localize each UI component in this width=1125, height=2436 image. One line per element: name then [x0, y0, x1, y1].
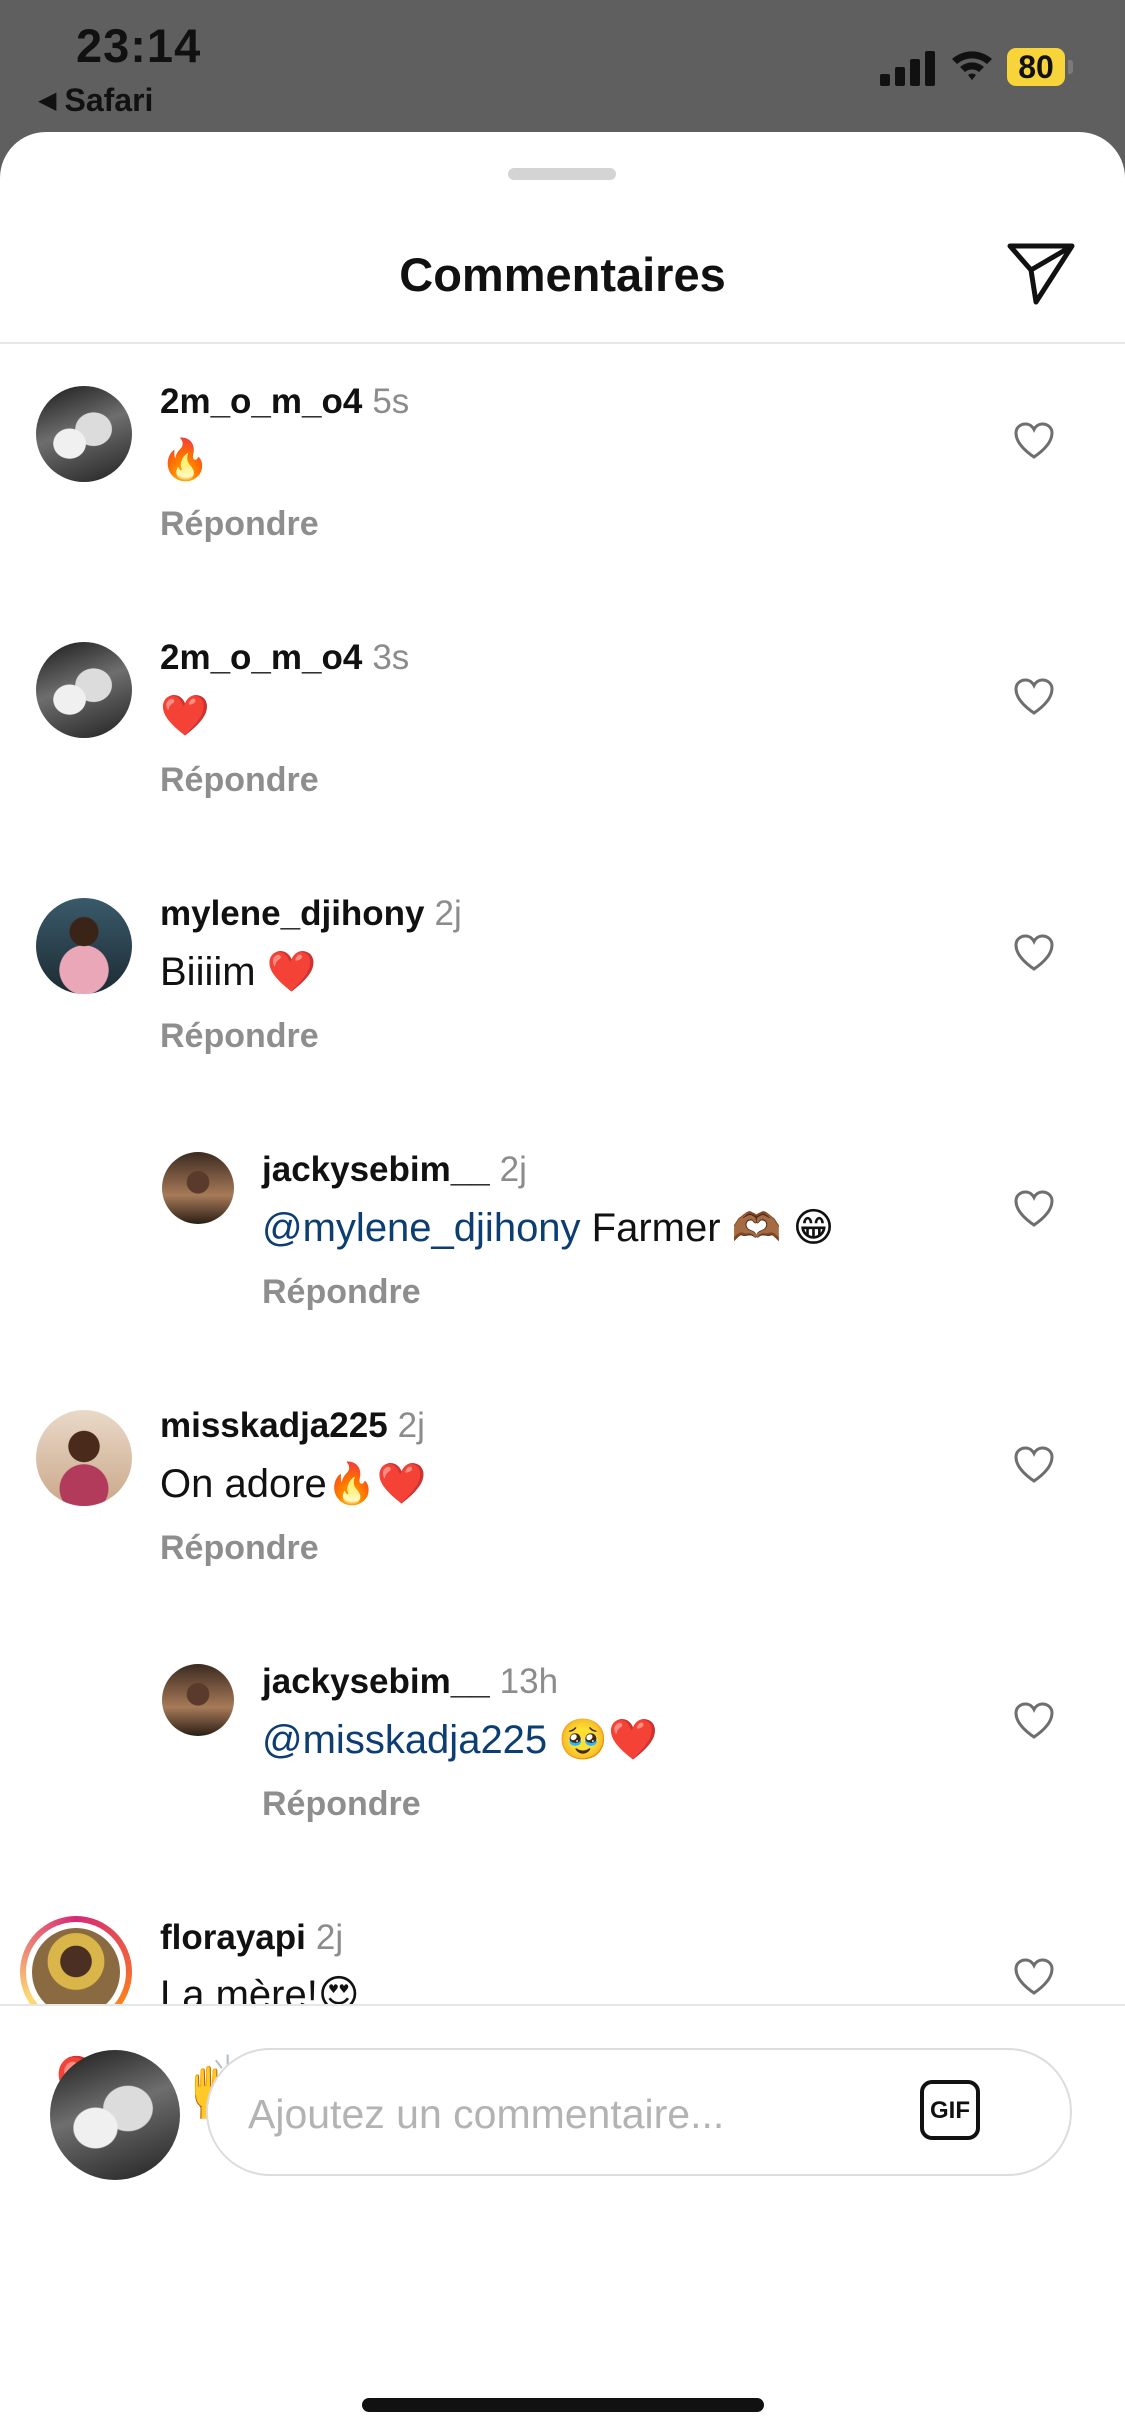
comment-time: 13h — [499, 1662, 559, 1701]
comment-time: 5s — [372, 382, 410, 421]
battery-tip — [1068, 60, 1073, 74]
like-heart-icon[interactable] — [1014, 1958, 1054, 1996]
current-user-avatar — [50, 2050, 180, 2180]
comment-time: 2j — [434, 894, 462, 933]
sheet-grabber[interactable] — [508, 168, 616, 180]
wifi-icon — [952, 51, 992, 80]
mention-link[interactable]: @misskadja225 — [262, 1718, 547, 1762]
comment-body: mylene_djihony 2j Biiiim ❤️ Répondre — [160, 894, 462, 1056]
comment-body: 2m_o_m_o4 3s ❤️ Répondre — [160, 638, 409, 800]
comment-text: @misskadja225 🥹❤️ — [262, 1716, 658, 1763]
comment-username[interactable]: 2m_o_m_o4 — [160, 638, 362, 677]
avatar[interactable] — [36, 642, 132, 738]
paper-plane-icon[interactable] — [1006, 242, 1076, 306]
comment-username[interactable]: jackysebim__ — [262, 1662, 490, 1701]
avatar[interactable] — [162, 1152, 234, 1224]
comment-input[interactable] — [246, 2076, 890, 2152]
comment-text: La mère!😍 — [160, 1973, 360, 2004]
comment-username[interactable]: florayapi — [160, 1918, 306, 1957]
comment-body: florayapi 2j La mère!😍 — [160, 1918, 360, 2004]
comment-input-container[interactable]: GIF — [206, 2048, 1072, 2176]
avatar-story-ring[interactable] — [20, 1916, 132, 2004]
comment-body: jackysebim__ 13h @misskadja225 🥹❤️ Répond… — [262, 1662, 658, 1824]
comment-body: 2m_o_m_o4 5s 🔥 Répondre — [160, 382, 409, 544]
back-triangle-icon: ◀ — [38, 87, 57, 114]
reply-button[interactable]: Répondre — [160, 1017, 462, 1056]
comment-text: 🔥 — [160, 438, 210, 482]
comments-list[interactable]: 2m_o_m_o4 5s 🔥 Répondre 2m_o_m_o4 3s ❤️ Ré… — [0, 344, 1125, 2004]
reply-item: jackysebim__ 13h @misskadja225 🥹❤️ Répond… — [0, 1624, 1125, 1880]
comment-item: misskadja225 2j On adore🔥❤️ Répondre — [0, 1368, 1125, 1624]
reply-button[interactable]: Répondre — [262, 1785, 658, 1824]
like-heart-icon[interactable] — [1014, 1702, 1054, 1740]
back-to-safari-link[interactable]: ◀ Safari — [38, 82, 153, 119]
reply-button[interactable]: Répondre — [160, 1529, 426, 1568]
like-heart-icon[interactable] — [1014, 678, 1054, 716]
comment-body: jackysebim__ 2j @mylene_djihony Farmer 🫶🏾… — [262, 1150, 834, 1312]
comment-text-rest: 🥹❤️ — [547, 1718, 658, 1762]
comment-time: 2j — [315, 1918, 344, 1957]
avatar[interactable] — [36, 1410, 132, 1506]
avatar[interactable] — [162, 1664, 234, 1736]
reply-item: jackysebim__ 2j @mylene_djihony Farmer 🫶🏾… — [0, 1112, 1125, 1368]
comment-item: 2m_o_m_o4 3s ❤️ Répondre — [0, 600, 1125, 856]
comment-text: On adore🔥❤️ — [160, 1462, 427, 1506]
reply-button[interactable]: Répondre — [160, 761, 409, 800]
reply-button[interactable]: Répondre — [160, 505, 409, 544]
avatar[interactable] — [36, 898, 132, 994]
gif-button[interactable]: GIF — [920, 2080, 980, 2140]
like-heart-icon[interactable] — [1014, 1446, 1054, 1484]
comment-text: Biiiim ❤️ — [160, 950, 317, 994]
comment-username[interactable]: 2m_o_m_o4 — [160, 382, 362, 421]
status-bar: 23:14 ◀ Safari 80 — [0, 0, 1125, 130]
reply-button[interactable]: Répondre — [262, 1273, 834, 1312]
comment-time: 2j — [397, 1406, 425, 1445]
like-heart-icon[interactable] — [1014, 934, 1054, 972]
comment-username[interactable]: jackysebim__ — [262, 1150, 490, 1189]
avatar[interactable] — [36, 386, 132, 482]
comment-text: @mylene_djihony Farmer 🫶🏾 😁 — [262, 1204, 834, 1251]
comment-time: 3s — [372, 638, 410, 677]
status-time: 23:14 — [76, 19, 202, 72]
comment-text-rest: Farmer 🫶🏾 😁 — [580, 1206, 835, 1250]
cellular-signal-icon — [880, 50, 936, 86]
comment-time: 2j — [499, 1150, 527, 1189]
comment-username[interactable]: misskadja225 — [160, 1406, 388, 1445]
like-heart-icon[interactable] — [1014, 1190, 1054, 1228]
mention-link[interactable]: @mylene_djihony — [262, 1206, 581, 1250]
comment-item: mylene_djihony 2j Biiiim ❤️ Répondre — [0, 856, 1125, 1112]
like-heart-icon[interactable] — [1014, 422, 1054, 460]
comment-body: misskadja225 2j On adore🔥❤️ Répondre — [160, 1406, 426, 1568]
back-app-label: Safari — [64, 82, 154, 118]
home-indicator — [362, 2398, 764, 2412]
comment-item: 2m_o_m_o4 5s 🔥 Répondre — [0, 344, 1125, 600]
battery-icon: 80 — [1007, 48, 1065, 86]
comment-username[interactable]: mylene_djihony — [160, 894, 425, 933]
comment-item: florayapi 2j La mère!😍 — [0, 1880, 1125, 2004]
comment-text: ❤️ — [160, 694, 210, 738]
sheet-title: Commentaires — [399, 248, 726, 301]
